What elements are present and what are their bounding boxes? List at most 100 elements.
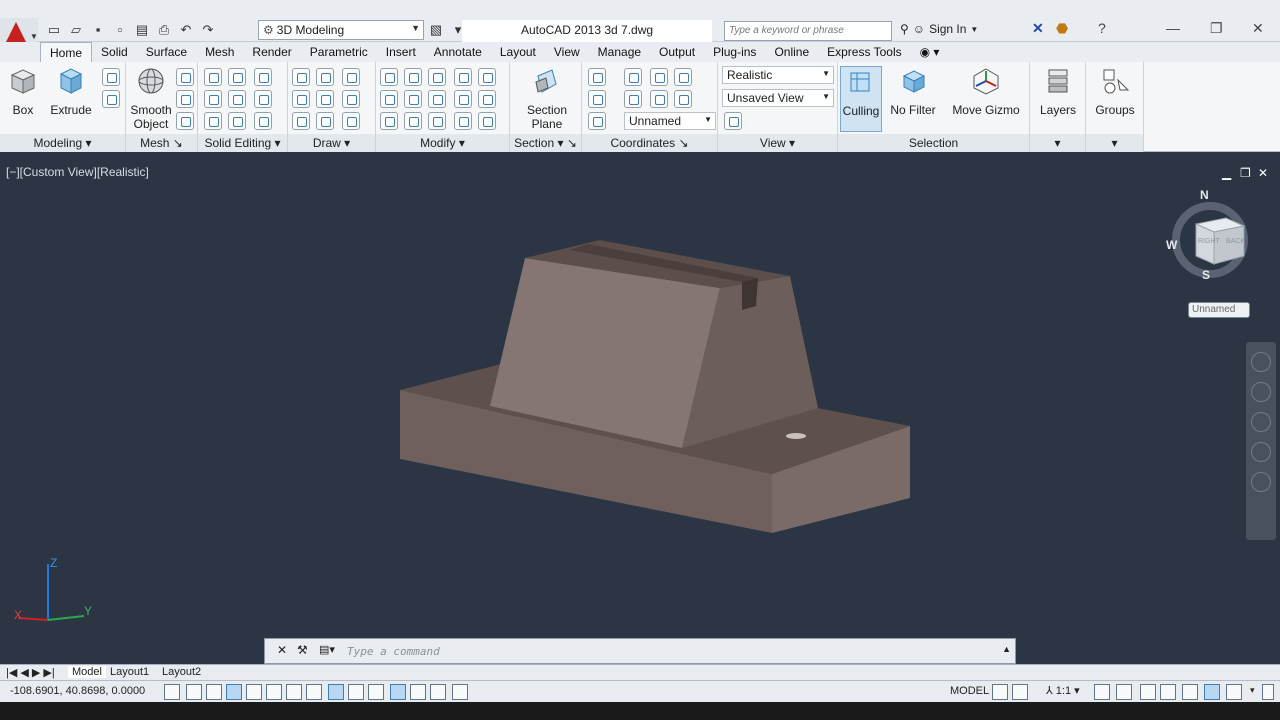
tab-online[interactable]: Online — [765, 42, 818, 62]
viewport-restore-icon[interactable]: ❐ — [1240, 166, 1251, 180]
minimize-icon[interactable]: — — [1166, 20, 1180, 36]
separate-icon[interactable] — [254, 112, 272, 130]
spline-icon[interactable] — [292, 90, 310, 108]
pan-icon[interactable] — [1251, 382, 1271, 402]
stretch-icon[interactable] — [428, 112, 446, 130]
layers-button[interactable]: Layers — [1036, 66, 1080, 117]
fullscreen-icon[interactable] — [1262, 684, 1274, 700]
compass-south[interactable]: S — [1202, 268, 1210, 282]
circle-icon[interactable] — [342, 90, 360, 108]
intersect-icon[interactable] — [204, 90, 222, 108]
named-ucs-dropdown[interactable]: Unnamed ▼ — [624, 112, 716, 130]
panel-label-selection[interactable]: Selection — [838, 134, 1029, 152]
hardware-acceleration-icon[interactable] — [1182, 684, 1198, 700]
ucs-origin-icon[interactable] — [650, 68, 668, 86]
rectangle-icon[interactable] — [316, 112, 334, 130]
align-icon[interactable] — [380, 90, 398, 108]
ucs-menu-chip[interactable]: Unnamed — [1188, 302, 1250, 318]
polysolid-icon[interactable] — [102, 68, 120, 86]
tab-surface[interactable]: Surface — [137, 42, 196, 62]
tab-layout2[interactable]: Layout2 — [162, 666, 201, 678]
visual-style-dropdown[interactable]: Realistic ▼ — [722, 66, 834, 84]
panel-label-coordinates[interactable]: Coordinates ↘ — [582, 134, 717, 152]
lock-ui-icon[interactable] — [1160, 684, 1176, 700]
ucs-3point-icon[interactable] — [674, 68, 692, 86]
close-command-icon[interactable]: ✕ — [277, 643, 287, 657]
tab-render[interactable]: Render — [243, 42, 300, 62]
model-canvas[interactable] — [0, 158, 1280, 664]
viewport-minimize-icon[interactable]: ▁ — [1222, 166, 1231, 180]
tab-solid[interactable]: Solid — [92, 42, 137, 62]
rotate-icon[interactable] — [428, 90, 446, 108]
panel-label-section[interactable]: Section ▾ ↘ — [510, 134, 581, 152]
help-icon[interactable]: ? — [1098, 20, 1106, 36]
command-history-icon[interactable]: ▲ — [1002, 644, 1011, 654]
exchange-icon[interactable]: ✕ — [1032, 20, 1044, 37]
panel-label-draw[interactable]: Draw ▾ — [288, 134, 375, 152]
undo-icon[interactable]: ↶ — [178, 22, 194, 38]
subscription-icon[interactable]: ⬣ — [1056, 20, 1068, 37]
snap-mode-icon[interactable] — [186, 684, 202, 700]
quick-view-layouts-icon[interactable] — [992, 684, 1008, 700]
recent-commands-icon[interactable]: ▤▾ — [319, 643, 335, 656]
search-input[interactable]: Type a keyword or phrase — [724, 21, 892, 41]
3d-move-icon[interactable] — [404, 68, 422, 86]
3d-polyline-icon[interactable] — [316, 90, 334, 108]
groups-button[interactable]: Groups — [1092, 66, 1138, 117]
move-icon[interactable] — [428, 68, 446, 86]
status-menu-icon[interactable]: ▾ — [1250, 685, 1255, 696]
new-file-icon[interactable]: ▭ — [46, 22, 62, 38]
ucs-y-icon[interactable] — [674, 90, 692, 108]
thicken-icon[interactable] — [228, 112, 246, 130]
orbit-icon[interactable] — [1251, 442, 1271, 462]
drawing-viewport[interactable]: N W S RIGHT BACK Z Y X — [0, 158, 1280, 664]
print-icon[interactable]: ⎙ — [156, 22, 172, 38]
dynamic-input-icon[interactable] — [348, 684, 364, 700]
redo-icon[interactable]: ↷ — [200, 22, 216, 38]
tab-manage[interactable]: Manage — [589, 42, 650, 62]
clean-screen-icon[interactable] — [1226, 684, 1242, 700]
coordinate-readout[interactable]: -108.6901, 40.8698, 0.0000 — [10, 685, 145, 697]
move-gizmo-button[interactable]: Move Gizmo — [950, 66, 1022, 117]
array-icon[interactable] — [478, 112, 496, 130]
no-filter-button[interactable]: No Filter — [888, 66, 938, 117]
steering-wheel-icon[interactable] — [1251, 352, 1271, 372]
isolate-objects-icon[interactable] — [1204, 684, 1220, 700]
view-dropdown[interactable]: Unsaved View ▼ — [722, 89, 834, 107]
ucs-z-axis-icon[interactable] — [624, 90, 642, 108]
close-icon[interactable]: ✕ — [1252, 20, 1264, 37]
layer-state-icon[interactable]: ▧ — [428, 22, 444, 38]
smooth-object-button[interactable]: Smooth Object — [128, 66, 174, 131]
compass-west[interactable]: W — [1166, 238, 1177, 252]
extrude-faces-icon[interactable] — [254, 90, 272, 108]
trim-icon[interactable] — [478, 68, 496, 86]
erase-icon[interactable] — [380, 112, 398, 130]
save-as-icon[interactable]: ▫ — [112, 22, 128, 38]
tab-output[interactable]: Output — [650, 42, 704, 62]
ribbon-toggle-icon[interactable]: ◉ ▾ — [911, 42, 949, 62]
infer-constraints-icon[interactable] — [164, 684, 180, 700]
ortho-mode-icon[interactable] — [226, 684, 242, 700]
line-icon[interactable] — [292, 68, 310, 86]
viewport-config-icon[interactable] — [724, 112, 742, 130]
plot-icon[interactable]: ▤ — [134, 22, 150, 38]
scale-icon[interactable] — [454, 90, 472, 108]
union-icon[interactable] — [204, 68, 222, 86]
tab-home[interactable]: Home — [40, 42, 93, 62]
refine-mesh-icon[interactable] — [176, 112, 194, 130]
customize-wrench-icon[interactable]: ⚒ — [297, 643, 308, 657]
grid-display-icon[interactable] — [206, 684, 222, 700]
compass-north[interactable]: N — [1200, 188, 1209, 202]
copy-icon[interactable] — [454, 68, 472, 86]
viewport-close-icon[interactable]: ✕ — [1258, 166, 1268, 180]
panel-label-modify[interactable]: Modify ▾ — [376, 134, 509, 152]
sign-in-button[interactable]: ⚲ ☺ Sign In ▼ — [900, 22, 978, 36]
tab-view[interactable]: View — [545, 42, 589, 62]
model-space-toggle[interactable]: MODEL — [950, 685, 989, 697]
fillet-icon[interactable] — [478, 90, 496, 108]
panel-label-mesh[interactable]: Mesh ↘ — [126, 134, 197, 152]
tab-layout1[interactable]: Layout1 — [110, 666, 149, 678]
viewport-controls-label[interactable]: [−][Custom View][Realistic] — [6, 165, 149, 179]
dynamic-ucs-icon[interactable] — [328, 684, 344, 700]
tab-mesh[interactable]: Mesh — [196, 42, 243, 62]
